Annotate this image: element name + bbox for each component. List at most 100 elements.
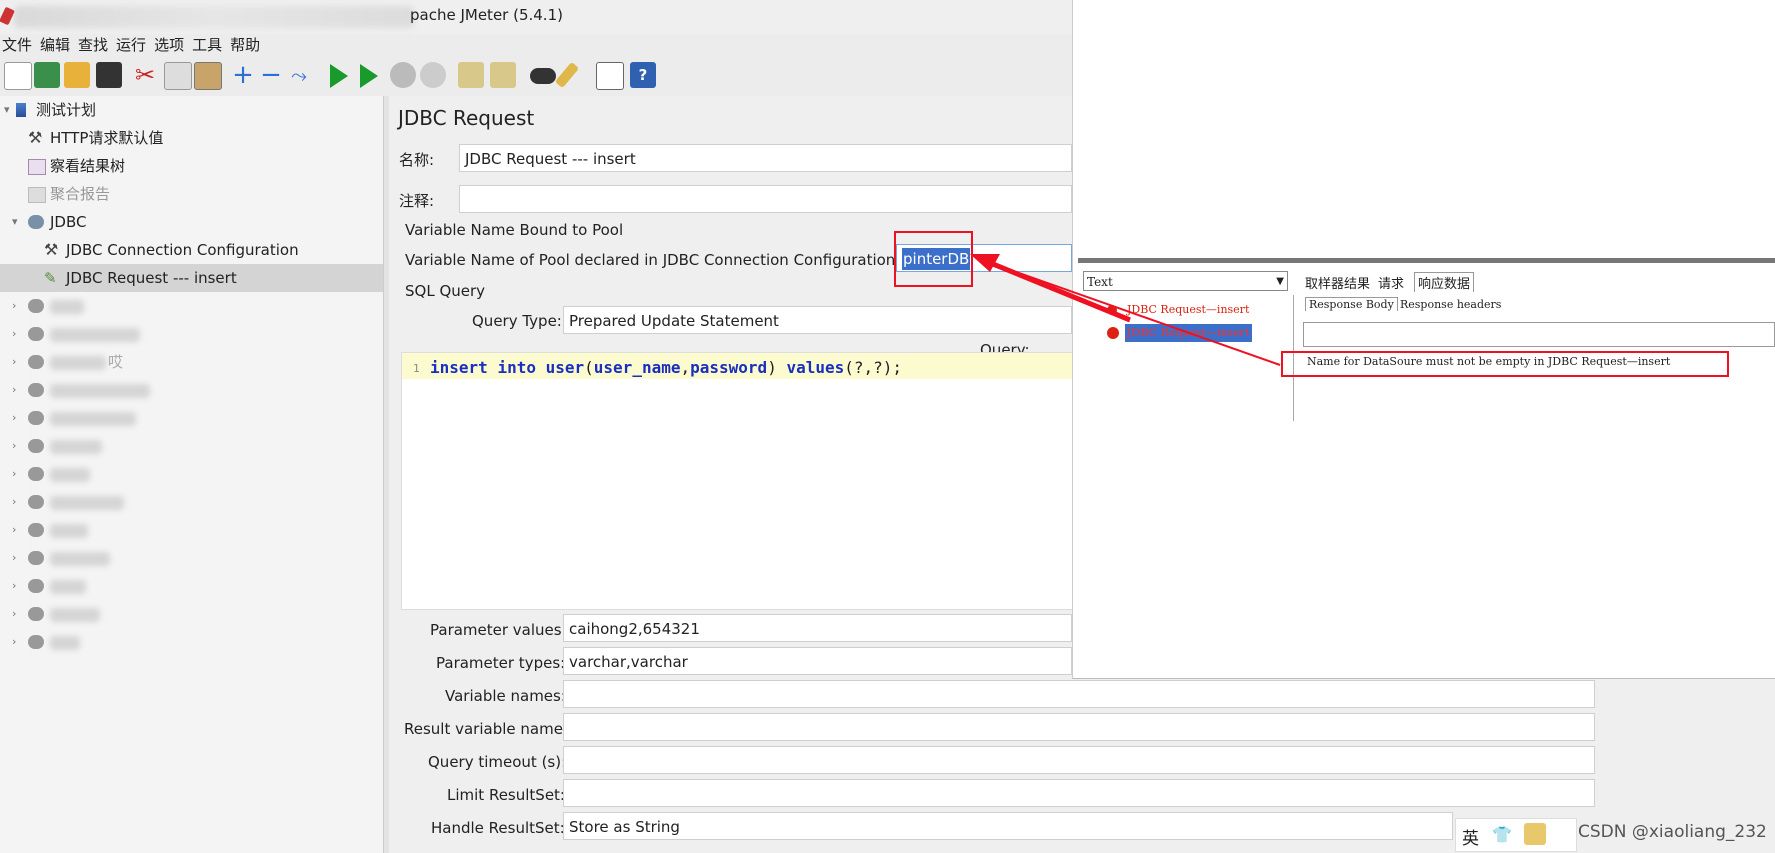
- variable-names-field[interactable]: [563, 680, 1595, 708]
- templates-icon[interactable]: [34, 62, 60, 88]
- sql-editor[interactable]: [401, 352, 1074, 610]
- tree-node-thread-group[interactable]: ›: [0, 404, 383, 432]
- sql-punct: ,: [680, 358, 691, 377]
- comment-field[interactable]: [459, 185, 1072, 213]
- emoji-icon[interactable]: [1524, 823, 1546, 845]
- tree-node-thread-group[interactable]: › 哎: [0, 348, 383, 376]
- parameter-values-label: Parameter values:: [430, 621, 567, 639]
- tree-label-jdbc: JDBC: [50, 213, 87, 231]
- ime-toolbar[interactable]: 英 👕: [1455, 818, 1577, 852]
- save-icon[interactable]: [96, 62, 122, 88]
- sql-column: user_name: [593, 358, 681, 377]
- tree-node-thread-group[interactable]: ›: [0, 292, 383, 320]
- gear-icon: [28, 299, 44, 313]
- tree-node-thread-group[interactable]: ›: [0, 628, 383, 656]
- open-icon[interactable]: [64, 62, 90, 88]
- comment-label: 注释:: [399, 192, 435, 210]
- annotation-arrow: [970, 254, 1281, 366]
- start-no-pause-icon[interactable]: [360, 64, 378, 88]
- tab-sampler-result[interactable]: 取样器结果: [1305, 273, 1370, 292]
- ime-language[interactable]: 英: [1462, 824, 1479, 849]
- name-field[interactable]: JDBC Request --- insert: [459, 144, 1072, 172]
- tree-node-aggregate-report[interactable]: 聚合报告: [0, 180, 383, 208]
- tree-node-results-tree[interactable]: 察看结果树: [0, 152, 383, 180]
- handle-resultset-select[interactable]: Store as String: [563, 812, 1453, 840]
- tab-request[interactable]: 请求: [1378, 273, 1404, 292]
- tree-node-thread-group[interactable]: ›: [0, 376, 383, 404]
- gear-icon: [28, 579, 44, 593]
- tree-node-thread-group[interactable]: ›: [0, 488, 383, 516]
- chevron-down-icon[interactable]: ▾: [12, 208, 18, 236]
- variable-names-label: Variable names:: [445, 687, 566, 705]
- sql-section-title: SQL Query: [405, 282, 486, 300]
- menu-run[interactable]: 运行: [116, 34, 146, 55]
- tab-response-data[interactable]: 响应数据: [1414, 272, 1475, 292]
- tree-node-thread-group[interactable]: ›: [0, 432, 383, 460]
- query-type-label: Query Type:: [472, 312, 562, 330]
- tree-node-thread-group[interactable]: ›: [0, 572, 383, 600]
- result-variable-field[interactable]: [563, 713, 1595, 741]
- chart-icon: [28, 187, 46, 203]
- reset-search-icon[interactable]: [554, 61, 580, 89]
- tree-node-jdbc-request[interactable]: ✎ JDBC Request --- insert: [0, 264, 383, 292]
- tree-node-jdbc-connection-config[interactable]: ⚒ JDBC Connection Configuration: [0, 236, 383, 264]
- tree-node-thread-group[interactable]: ›: [0, 516, 383, 544]
- clear-all-icon[interactable]: [490, 62, 516, 88]
- wrench-icon: ⚒: [44, 240, 59, 259]
- sql-keyword: into: [497, 358, 536, 377]
- parameter-types-label: Parameter types:: [436, 654, 566, 672]
- limit-resultset-field[interactable]: [563, 779, 1595, 807]
- pencil-icon: ✎: [44, 269, 57, 287]
- gear-icon: [28, 215, 44, 229]
- parameter-types-field[interactable]: varchar,varchar: [563, 647, 1072, 675]
- chevron-down-icon[interactable]: ▾: [4, 96, 10, 124]
- copy-icon[interactable]: [164, 62, 192, 90]
- cut-icon[interactable]: ✂: [132, 62, 158, 88]
- expand-icon[interactable]: +: [230, 62, 256, 88]
- menu-options[interactable]: 选项: [154, 34, 184, 55]
- collapse-icon[interactable]: −: [258, 62, 284, 88]
- new-icon[interactable]: [4, 62, 32, 90]
- function-helper-icon[interactable]: [596, 62, 624, 90]
- paste-icon[interactable]: [194, 62, 222, 90]
- query-timeout-field[interactable]: [563, 746, 1595, 774]
- stop-icon[interactable]: [390, 62, 416, 88]
- shirt-icon[interactable]: 👕: [1492, 825, 1512, 844]
- tree-node-thread-group[interactable]: ›: [0, 600, 383, 628]
- flask-icon: [16, 103, 26, 117]
- gear-icon: [28, 467, 44, 481]
- help-icon[interactable]: ?: [630, 62, 656, 88]
- tree-node-thread-group[interactable]: ›: [0, 320, 383, 348]
- tree-node-thread-group[interactable]: ›: [0, 544, 383, 572]
- tab-response-headers[interactable]: Response headers: [1400, 298, 1501, 311]
- gear-icon: [28, 635, 44, 649]
- tree-node-jdbc[interactable]: ▾ JDBC: [0, 208, 383, 236]
- parameter-values-field[interactable]: caihong2,654321: [563, 614, 1072, 642]
- gear-icon: [28, 383, 44, 397]
- tree-node-thread-group[interactable]: ›: [0, 460, 383, 488]
- menu-file[interactable]: 文件: [2, 34, 32, 55]
- gear-icon: [28, 607, 44, 621]
- clear-icon[interactable]: [458, 62, 484, 88]
- page-title: JDBC Request: [398, 106, 535, 130]
- sql-keyword: insert: [430, 358, 488, 377]
- menu-search[interactable]: 查找: [78, 34, 108, 55]
- tab-response-body[interactable]: Response Body: [1305, 297, 1398, 311]
- sql-tail: (?,?);: [844, 358, 903, 377]
- pool-section-title: Variable Name Bound to Pool: [405, 221, 624, 239]
- menu-help[interactable]: 帮助: [230, 34, 260, 55]
- menu-tools[interactable]: 工具: [192, 34, 222, 55]
- name-label: 名称:: [399, 151, 435, 169]
- watermark: CSDN @xiaoliang_232: [1578, 822, 1767, 842]
- tree-node-http-defaults[interactable]: ⚒ HTTP请求默认值: [0, 124, 383, 152]
- response-search-field[interactable]: [1303, 322, 1775, 347]
- handle-resultset-label: Handle ResultSet:: [431, 819, 565, 837]
- shutdown-icon[interactable]: [420, 62, 446, 88]
- menu-edit[interactable]: 编辑: [40, 34, 70, 55]
- tree-node-test-plan[interactable]: ▾ 测试计划: [0, 96, 383, 124]
- toggle-icon[interactable]: ⤳: [286, 62, 312, 88]
- sql-punct: ): [767, 358, 777, 377]
- sql-code: insert into user(user_name,password) val…: [430, 358, 902, 377]
- start-icon[interactable]: [330, 64, 348, 88]
- search-icon[interactable]: [530, 68, 556, 84]
